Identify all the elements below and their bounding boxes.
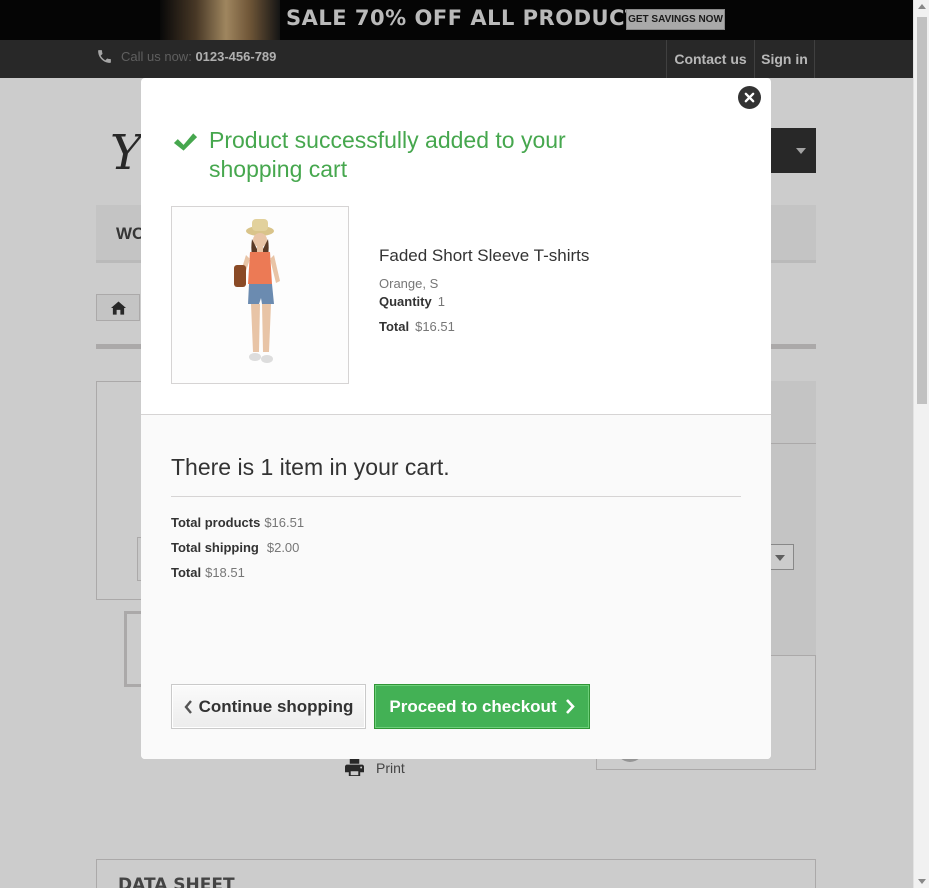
summary-divider bbox=[171, 496, 741, 497]
product-thumbnail bbox=[171, 206, 349, 384]
scroll-down-arrow-icon[interactable] bbox=[918, 879, 926, 884]
proceed-to-checkout-button[interactable]: Proceed to checkout bbox=[374, 684, 590, 729]
product-name: Faded Short Sleeve T-shirts bbox=[379, 246, 590, 265]
grand-total-value: $18.51 bbox=[205, 565, 245, 580]
success-header: Product successfully added to your shopp… bbox=[172, 126, 589, 184]
success-message: Product successfully added to your shopp… bbox=[209, 127, 566, 182]
close-modal-button[interactable] bbox=[738, 86, 761, 109]
grand-total-row: Total $18.51 bbox=[171, 565, 245, 580]
quantity-value: 1 bbox=[437, 294, 445, 309]
total-products-label: Total products bbox=[171, 515, 261, 530]
chevron-left-icon bbox=[184, 699, 192, 714]
chevron-right-icon bbox=[565, 699, 575, 714]
total-shipping-label: Total shipping bbox=[171, 540, 259, 555]
checkmark-icon bbox=[173, 133, 198, 151]
product-photo bbox=[172, 207, 348, 383]
product-total: Total $16.51 bbox=[379, 319, 455, 334]
cart-item-count: There is 1 item in your cart. bbox=[171, 454, 450, 480]
quantity-label: Quantity bbox=[379, 294, 432, 309]
total-shipping-row: Total shipping $2.00 bbox=[171, 540, 299, 555]
product-total-value: $16.51 bbox=[415, 319, 455, 334]
total-shipping-value: $2.00 bbox=[266, 540, 300, 555]
grand-total-label: Total bbox=[171, 565, 202, 580]
product-quantity: Quantity 1 bbox=[379, 294, 445, 309]
scrollbar-thumb[interactable] bbox=[917, 17, 927, 404]
page-scrollbar[interactable] bbox=[913, 0, 929, 888]
close-icon bbox=[744, 92, 755, 103]
continue-shopping-label: Continue shopping bbox=[198, 696, 354, 716]
product-total-label: Total bbox=[379, 319, 410, 334]
proceed-to-checkout-label: Proceed to checkout bbox=[389, 696, 557, 716]
add-to-cart-modal: Product successfully added to your shopp… bbox=[141, 78, 771, 759]
total-products-row: Total products $16.51 bbox=[171, 515, 304, 530]
scroll-up-arrow-icon[interactable] bbox=[918, 4, 926, 9]
product-attributes: Orange, S bbox=[379, 276, 439, 291]
total-products-value: $16.51 bbox=[264, 515, 305, 530]
continue-shopping-button[interactable]: Continue shopping bbox=[171, 684, 366, 729]
